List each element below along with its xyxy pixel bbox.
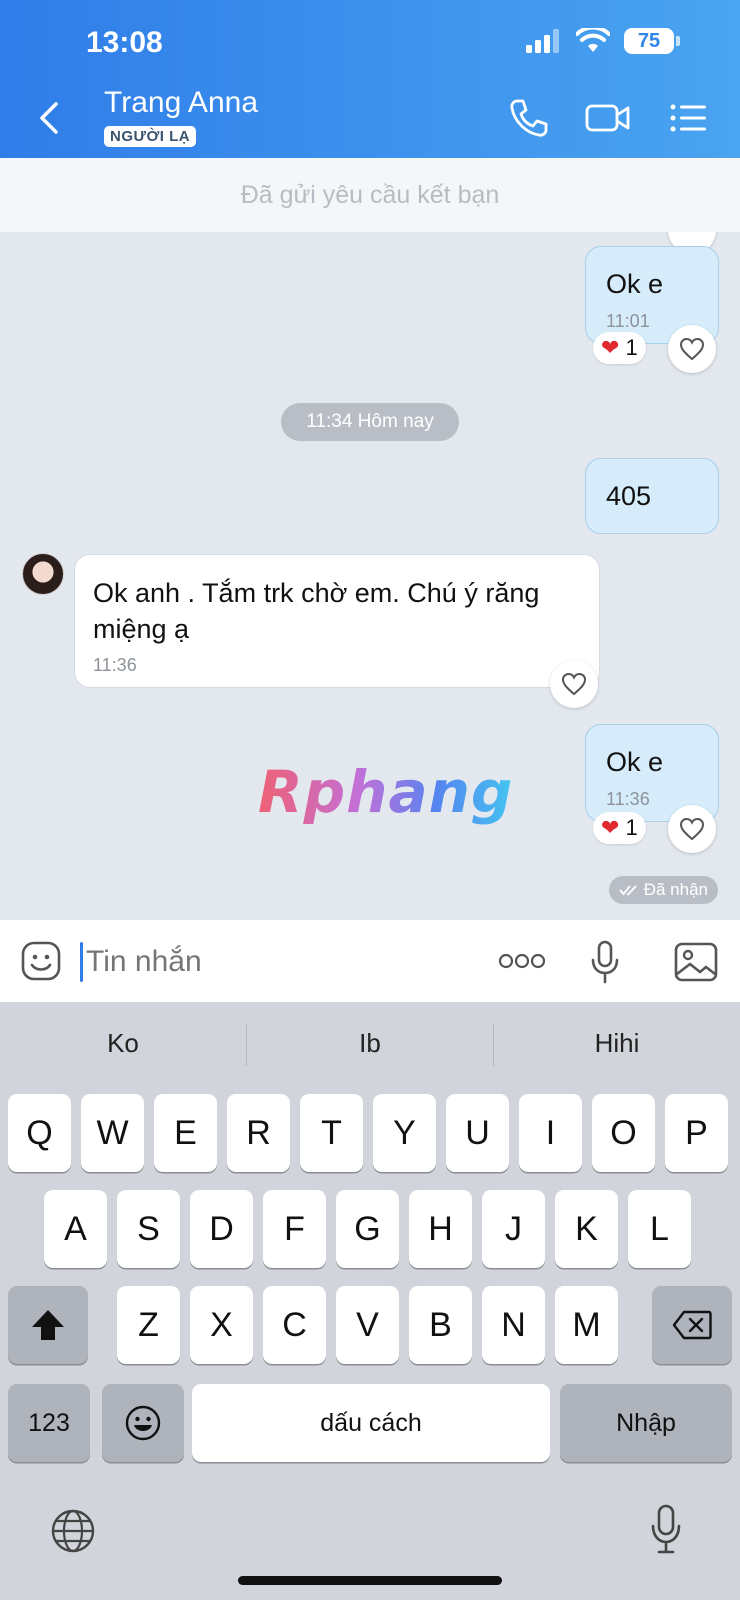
key-z[interactable]: Z: [117, 1286, 180, 1364]
menu-list-icon[interactable]: [668, 96, 708, 140]
key-w[interactable]: W: [81, 1094, 144, 1172]
delivery-status: Đã nhận: [608, 876, 718, 904]
reaction-count[interactable]: ❤ 1: [593, 812, 646, 844]
key-k[interactable]: K: [555, 1190, 618, 1268]
key-t[interactable]: T: [300, 1094, 363, 1172]
incoming-message[interactable]: Ok anh . Tắm trk chờ em. Chú ý răng miện…: [74, 554, 600, 688]
back-chevron-icon[interactable]: [34, 100, 64, 136]
key-o[interactable]: O: [592, 1094, 655, 1172]
reaction-button[interactable]: [550, 660, 598, 708]
backspace-icon: [672, 1310, 712, 1340]
heart-filled-icon: ❤: [601, 335, 620, 360]
status-time: 13:08: [86, 26, 163, 59]
message-input-bar: [0, 920, 740, 1002]
emoji-face-icon: [125, 1405, 161, 1441]
heart-outline-icon: [679, 817, 705, 841]
message-time: 11:36: [606, 789, 650, 809]
heart-outline-icon: [561, 672, 587, 696]
key-p[interactable]: P: [665, 1094, 728, 1172]
reaction-count[interactable]: ❤ 1: [593, 332, 646, 364]
suggestion-3[interactable]: Hihi: [494, 1028, 740, 1059]
shift-arrow-icon: [32, 1310, 64, 1340]
keyboard: Ko Ib Hihi Q W E R T Y U I O P A S D F G…: [0, 1002, 740, 1600]
key-u[interactable]: U: [446, 1094, 509, 1172]
key-e[interactable]: E: [154, 1094, 217, 1172]
signal-icon: [526, 29, 559, 53]
key-m[interactable]: M: [555, 1286, 618, 1364]
more-options-icon[interactable]: [498, 952, 546, 970]
chat-area[interactable]: Ok e 11:01 ❤ 1 11:34 Hôm nay 405 Ok anh …: [0, 232, 740, 920]
outgoing-message[interactable]: 405: [585, 458, 719, 534]
globe-icon[interactable]: [50, 1508, 96, 1554]
key-b[interactable]: B: [409, 1286, 472, 1364]
key-c[interactable]: C: [263, 1286, 326, 1364]
home-indicator[interactable]: [238, 1576, 502, 1585]
image-gallery-icon[interactable]: [674, 942, 718, 982]
date-separator: 11:34 Hôm nay: [281, 403, 459, 441]
status-icons: 75: [526, 28, 680, 54]
phone-icon[interactable]: [506, 96, 550, 140]
stranger-badge: NGƯỜI LẠ: [104, 126, 197, 147]
suggestion-2[interactable]: Ib: [247, 1028, 493, 1059]
wifi-icon: [576, 28, 610, 52]
key-v[interactable]: V: [336, 1286, 399, 1364]
message-text: Ok anh . Tắm trk chờ em. Chú ý răng miện…: [93, 578, 540, 644]
key-s[interactable]: S: [117, 1190, 180, 1268]
message-text: 405: [606, 481, 652, 511]
reaction-count-value: 1: [625, 335, 638, 360]
message-input[interactable]: [86, 940, 466, 984]
key-x[interactable]: X: [190, 1286, 253, 1364]
microphone-icon[interactable]: [590, 940, 620, 984]
video-call-icon[interactable]: [584, 96, 632, 140]
key-a[interactable]: A: [44, 1190, 107, 1268]
space-key[interactable]: dấu cách: [192, 1384, 550, 1462]
return-key[interactable]: Nhập: [560, 1384, 732, 1462]
emoji-sticker-icon[interactable]: [20, 940, 62, 982]
key-n[interactable]: N: [482, 1286, 545, 1364]
watermark-logo: Rphang: [258, 758, 514, 826]
numbers-key[interactable]: 123: [8, 1384, 90, 1462]
emoji-key[interactable]: [102, 1384, 184, 1462]
friend-request-banner: Đã gửi yêu cầu kết bạn: [0, 158, 740, 232]
key-l[interactable]: L: [628, 1190, 691, 1268]
message-time: 11:01: [606, 311, 650, 331]
reaction-count-value: 1: [625, 815, 638, 840]
text-cursor: [80, 942, 83, 982]
key-j[interactable]: J: [482, 1190, 545, 1268]
double-check-icon: [619, 885, 637, 896]
dictation-microphone-icon[interactable]: [650, 1504, 682, 1556]
message-text: Ok e: [606, 269, 664, 299]
avatar[interactable]: [22, 553, 64, 595]
contact-name[interactable]: Trang Anna: [104, 86, 258, 120]
heart-filled-icon: ❤: [601, 815, 620, 840]
key-y[interactable]: Y: [373, 1094, 436, 1172]
key-g[interactable]: G: [336, 1190, 399, 1268]
heart-outline-icon: [679, 337, 705, 361]
key-f[interactable]: F: [263, 1190, 326, 1268]
key-i[interactable]: I: [519, 1094, 582, 1172]
key-d[interactable]: D: [190, 1190, 253, 1268]
backspace-key[interactable]: [652, 1286, 732, 1364]
key-q[interactable]: Q: [8, 1094, 71, 1172]
chat-header: 13:08 75 Trang Anna NGƯỜI LẠ: [0, 0, 740, 158]
reaction-button[interactable]: [668, 325, 716, 373]
reaction-button[interactable]: [668, 805, 716, 853]
suggestion-1[interactable]: Ko: [0, 1028, 246, 1059]
delivery-status-text: Đã nhận: [643, 880, 708, 899]
message-text: Ok e: [606, 747, 664, 777]
key-h[interactable]: H: [409, 1190, 472, 1268]
key-r[interactable]: R: [227, 1094, 290, 1172]
battery-indicator: 75: [624, 28, 680, 54]
message-time: 11:36: [93, 655, 137, 675]
shift-key[interactable]: [8, 1286, 88, 1364]
